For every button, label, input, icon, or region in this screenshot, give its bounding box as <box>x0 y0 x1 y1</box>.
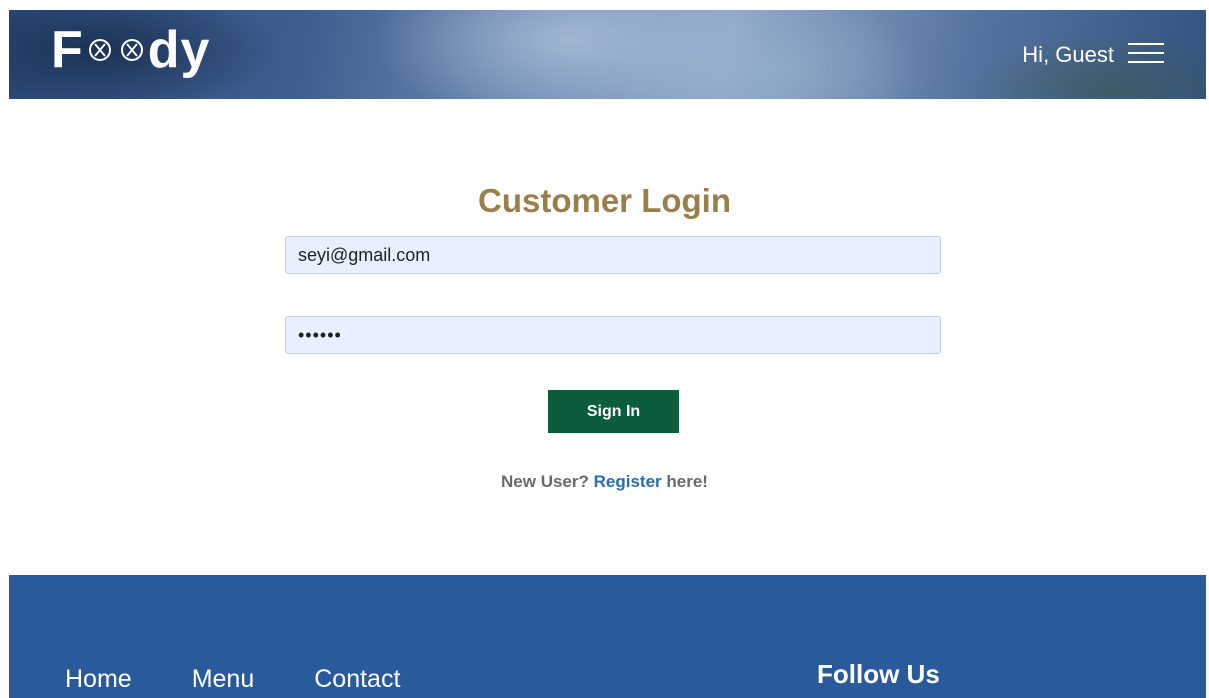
email-field[interactable] <box>285 236 941 274</box>
hamburger-menu-icon[interactable] <box>1128 43 1164 65</box>
plate-cutlery-icon <box>120 39 143 61</box>
here-text: here! <box>666 472 708 491</box>
footer-link-menu[interactable]: Menu <box>192 665 255 694</box>
header-banner: F dy Hi, Guest <box>9 10 1206 99</box>
follow-us-heading: Follow Us <box>817 659 940 689</box>
footer-nav: Home Menu Contact <box>65 665 400 694</box>
user-greeting: Hi, Guest <box>1022 42 1114 67</box>
logo-letter-f: F <box>51 21 84 79</box>
sign-in-button[interactable]: Sign In <box>548 390 679 433</box>
register-prompt: New User? Register here! <box>0 472 1209 492</box>
logo[interactable]: F dy <box>51 20 210 80</box>
footer-link-home[interactable]: Home <box>65 665 132 694</box>
plate-cutlery-icon <box>88 39 111 61</box>
register-link[interactable]: Register <box>594 472 662 491</box>
footer: Home Menu Contact Follow Us <box>9 575 1206 698</box>
page-title: Customer Login <box>478 182 731 219</box>
new-user-text: New User? <box>501 472 589 491</box>
password-field[interactable] <box>285 316 941 354</box>
logo-letters-dy: dy <box>147 21 211 79</box>
footer-link-contact[interactable]: Contact <box>314 665 400 694</box>
